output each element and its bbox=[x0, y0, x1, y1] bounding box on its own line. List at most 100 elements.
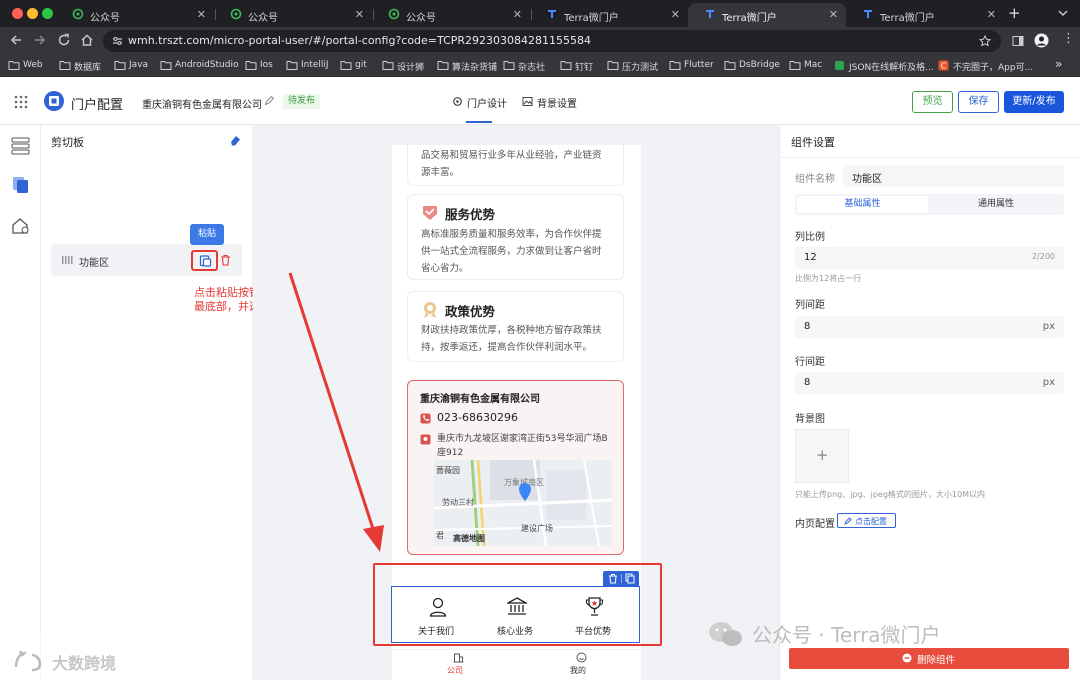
home-settings-icon[interactable] bbox=[11, 217, 30, 235]
tab-basic-properties[interactable]: 基础属性 bbox=[797, 196, 928, 213]
home-icon[interactable] bbox=[80, 33, 94, 47]
tab-search-chevron-icon[interactable] bbox=[1058, 9, 1068, 17]
preview-bottom-nav: 公司 我的 bbox=[392, 649, 641, 680]
zoom-window-button[interactable] bbox=[42, 8, 53, 19]
folder-icon bbox=[560, 61, 572, 70]
close-tab-icon[interactable]: ✕ bbox=[671, 8, 680, 21]
url-bar[interactable]: wmh.trszt.com/micro-portal-user/#/portal… bbox=[103, 30, 1001, 52]
gear-icon bbox=[453, 97, 462, 106]
reload-icon[interactable] bbox=[57, 33, 71, 47]
browser-menu-icon[interactable]: ⋮ bbox=[1062, 31, 1075, 46]
left-tool-rail bbox=[0, 125, 41, 680]
drag-handle-icon[interactable] bbox=[62, 256, 73, 264]
save-button[interactable]: 保存 bbox=[958, 91, 999, 113]
profile-avatar-icon[interactable] bbox=[1034, 33, 1049, 48]
component-copy-icon[interactable] bbox=[625, 573, 635, 584]
map-marker-icon bbox=[519, 483, 531, 501]
clipboard-tool-icon[interactable] bbox=[12, 176, 29, 194]
folder-icon bbox=[245, 61, 257, 70]
amap-logo: 高德地图 bbox=[453, 534, 485, 543]
apps-grid-icon[interactable] bbox=[14, 95, 28, 109]
portal-editor-app: 门户配置 重庆渝铜有色金属有限公司 待发布 门户设计 背景设置 预览 保存 更新… bbox=[0, 77, 1080, 680]
more-bookmarks-button[interactable]: » bbox=[1055, 57, 1062, 71]
column-ratio-hint: 比例为12将占一行 bbox=[795, 274, 862, 283]
publish-button[interactable]: 更新/发布 bbox=[1004, 91, 1064, 113]
card-title: 政策优势 bbox=[445, 304, 496, 319]
close-tab-icon[interactable]: ✕ bbox=[355, 8, 364, 21]
feature-platform-advantage[interactable]: 平台优势 bbox=[570, 587, 620, 644]
row-gap-label: 行间距 bbox=[795, 357, 825, 368]
annotation-arrow bbox=[288, 272, 384, 552]
card-title: 服务优势 bbox=[445, 207, 496, 222]
bookmark-star-icon[interactable] bbox=[979, 35, 991, 47]
tab-title: 公众号 bbox=[248, 13, 278, 24]
browser-tab-1[interactable]: 公众号 ✕ bbox=[56, 3, 214, 27]
nav-company[interactable]: 公司 bbox=[444, 652, 474, 678]
function-area-component[interactable]: 关于我们 核心业务 平台优势 bbox=[391, 586, 640, 643]
close-tab-icon[interactable]: ✕ bbox=[513, 8, 522, 21]
address-toolbar: wmh.trszt.com/micro-portal-user/#/portal… bbox=[0, 27, 1080, 55]
configure-inner-page-button[interactable]: 点击配置 bbox=[837, 513, 896, 528]
phone-icon bbox=[420, 413, 431, 424]
browser-tab-5-active[interactable]: Terra微门户 ✕ bbox=[688, 3, 846, 27]
folder-icon bbox=[437, 61, 449, 70]
clipboard-title: 剪切板 bbox=[51, 136, 84, 149]
tab-title: Terra微门户 bbox=[564, 13, 619, 24]
watermark-logo-icon bbox=[14, 650, 42, 672]
close-tab-icon[interactable]: ✕ bbox=[829, 8, 838, 21]
browser-tab-2[interactable]: 公众号 ✕ bbox=[214, 3, 372, 27]
contact-card[interactable]: 重庆渝铜有色金属有限公司 023-68630296 重庆市九龙坡区谢家湾正街53… bbox=[407, 380, 624, 555]
browser-tab-4[interactable]: Terra微门户 ✕ bbox=[530, 3, 688, 27]
intro-card[interactable]: 品交易和贸易行业多年从业经验，产业链资 源丰富。 bbox=[407, 145, 624, 186]
close-tab-icon[interactable]: ✕ bbox=[987, 8, 996, 21]
eraser-icon[interactable] bbox=[229, 134, 242, 146]
browser-tab-6[interactable]: Terra微门户 ✕ bbox=[846, 3, 1004, 27]
folder-icon bbox=[114, 61, 126, 70]
nav-mine[interactable]: 我的 bbox=[567, 652, 597, 678]
tab-common-properties[interactable]: 通用属性 bbox=[930, 196, 1062, 213]
watermark-left: 大数跨境 bbox=[52, 654, 117, 673]
svg-text:C: C bbox=[941, 62, 947, 71]
service-advantage-card[interactable]: 服务优势 高标准服务质量和服务效率，为合作伙伴提 供一站式全流程服务，力求做到让… bbox=[407, 194, 624, 280]
side-panel-icon[interactable] bbox=[1012, 35, 1024, 47]
company-building-icon bbox=[453, 653, 464, 663]
minimize-window-button[interactable] bbox=[27, 8, 38, 19]
delete-component-button[interactable]: 删除组件 bbox=[789, 648, 1069, 669]
tab-title: Terra微门户 bbox=[722, 13, 777, 24]
column-gap-input[interactable]: 8 px bbox=[795, 316, 1064, 338]
close-window-button[interactable] bbox=[12, 8, 23, 19]
close-tab-icon[interactable]: ✕ bbox=[197, 8, 206, 21]
preview-button[interactable]: 预览 bbox=[912, 91, 953, 113]
company-name: 重庆渝铜有色金属有限公司 bbox=[142, 100, 262, 111]
contact-address: 重庆市九龙坡区谢家湾正街53号华润广场B 座912 bbox=[437, 434, 608, 458]
edit-pencil-icon[interactable] bbox=[264, 96, 274, 106]
folder-icon bbox=[160, 61, 172, 70]
wechat-watermark-icon bbox=[709, 622, 742, 646]
feature-about-us[interactable]: 关于我们 bbox=[413, 587, 463, 644]
feature-core-business[interactable]: 核心业务 bbox=[492, 587, 542, 644]
outline-tree-icon[interactable] bbox=[11, 137, 30, 155]
forward-arrow-icon[interactable] bbox=[33, 33, 47, 47]
background-upload-box[interactable]: + bbox=[795, 429, 849, 483]
component-delete-icon[interactable] bbox=[608, 573, 618, 584]
wechat-official-icon bbox=[388, 8, 400, 20]
browser-tab-3[interactable]: 公众号 ✕ bbox=[372, 3, 530, 27]
smile-user-icon bbox=[576, 652, 587, 663]
paste-icon[interactable] bbox=[199, 254, 212, 267]
terra-logo-icon bbox=[706, 10, 714, 18]
new-tab-button[interactable]: + bbox=[1008, 4, 1021, 22]
map-label: 建设广场 bbox=[521, 524, 553, 533]
unit-suffix: px bbox=[1042, 321, 1055, 332]
back-arrow-icon[interactable] bbox=[9, 33, 23, 47]
wechat-official-icon bbox=[72, 8, 84, 20]
policy-advantage-card[interactable]: 政策优势 财政扶持政策优厚，各税种地方留存政策扶 持，按季返还，提高合作伙伴利润… bbox=[407, 291, 624, 362]
site-settings-icon[interactable] bbox=[112, 36, 123, 46]
column-ratio-input[interactable]: 12 2/200 bbox=[795, 247, 1064, 269]
row-gap-input[interactable]: 8 px bbox=[795, 372, 1064, 394]
watermark-right: 公众号 · Terra微门户 bbox=[752, 623, 941, 647]
delete-trash-icon[interactable] bbox=[220, 254, 231, 266]
contact-phone[interactable]: 023-68630296 bbox=[437, 411, 518, 424]
location-map[interactable]: 蔷薇园 万象城南区 劳动三村 建设广场 高德地图 君 bbox=[434, 460, 612, 546]
column-gap-label: 列间距 bbox=[795, 300, 825, 311]
component-name-input[interactable]: 功能区 bbox=[843, 165, 1064, 187]
